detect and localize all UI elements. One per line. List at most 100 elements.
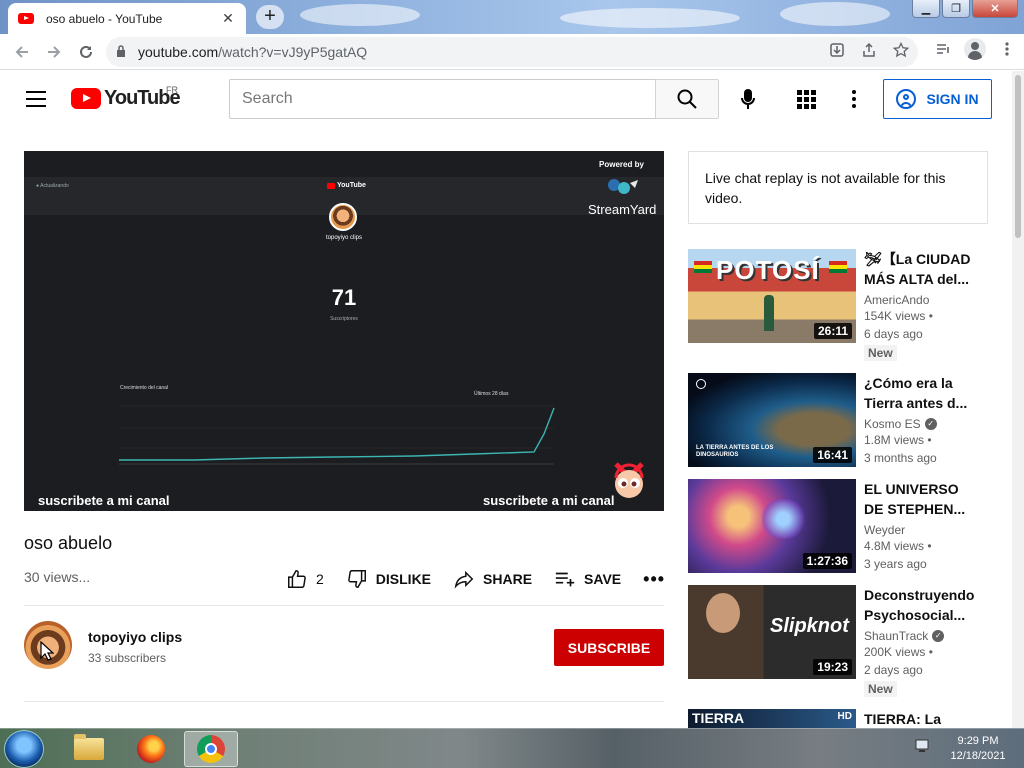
player-channel-name: topoyiyo clips bbox=[325, 235, 363, 241]
video-title[interactable]: Deconstruyendo Psychosocial... bbox=[864, 585, 974, 625]
caption-right: suscribete a mi canal bbox=[483, 493, 615, 508]
thumbnail-text: LA TIERRA ANTES DE LOS DINOSAURIOS bbox=[696, 445, 774, 458]
video-views: 1.8M views • bbox=[864, 433, 932, 447]
profile-avatar-icon[interactable] bbox=[964, 38, 986, 60]
close-window-button[interactable]: ✕ bbox=[972, 0, 1018, 18]
start-button[interactable] bbox=[4, 730, 44, 768]
search-input[interactable] bbox=[242, 90, 656, 108]
channel-name[interactable]: topoyiyo clips bbox=[88, 629, 182, 645]
player-subscriber-label: Suscriptores bbox=[330, 316, 358, 322]
sky-cloud bbox=[780, 2, 890, 26]
video-channel[interactable]: ShaunTrack ✓ bbox=[864, 629, 974, 643]
video-actions: 2 DISLIKE SHARE SAVE ••• bbox=[286, 567, 665, 591]
video-duration: 1:27:36 bbox=[802, 553, 852, 569]
share-button[interactable]: SHARE bbox=[453, 568, 532, 590]
bookmark-star-icon[interactable] bbox=[892, 41, 910, 59]
taskbar-firefox[interactable] bbox=[124, 731, 178, 767]
like-button[interactable]: 2 bbox=[286, 568, 324, 590]
video-thumbnail[interactable]: Slipknot 19:23 bbox=[688, 585, 856, 679]
player-growth-chart bbox=[119, 405, 555, 465]
country-code: FR bbox=[166, 85, 178, 95]
new-badge: New bbox=[864, 681, 897, 697]
person-figure bbox=[764, 295, 774, 331]
search-button[interactable] bbox=[655, 79, 719, 119]
install-app-icon[interactable] bbox=[828, 41, 846, 59]
scrollbar-thumb[interactable] bbox=[1015, 75, 1021, 238]
recommended-video[interactable]: LA TIERRA ANTES DE LOS DINOSAURIOS 16:41… bbox=[688, 373, 978, 473]
dislike-button[interactable]: DISLIKE bbox=[346, 568, 431, 590]
recommended-video[interactable]: POTOSÍ 26:11 🛩【La CIUDAD MÁS ALTA del...… bbox=[688, 249, 978, 361]
browser-menu-icon[interactable] bbox=[998, 40, 1016, 58]
channel-name: ShaunTrack bbox=[864, 629, 929, 643]
video-info: 🛩【La CIUDAD MÁS ALTA del... AmericAndo 1… bbox=[864, 249, 974, 362]
thumbs-up-icon bbox=[288, 570, 306, 588]
hamburger-menu-icon[interactable] bbox=[26, 91, 46, 112]
subscribe-button[interactable]: SUBSCRIBE bbox=[554, 629, 664, 666]
thumbs-down-icon bbox=[347, 570, 366, 588]
video-views: 200K views • bbox=[864, 645, 933, 659]
voice-search-button[interactable] bbox=[728, 79, 768, 119]
page-scrollbar[interactable] bbox=[1012, 71, 1024, 728]
media-queue-icon[interactable] bbox=[934, 40, 952, 58]
video-title[interactable]: EL UNIVERSO DE STEPHEN... bbox=[864, 479, 974, 519]
settings-more-icon[interactable] bbox=[846, 87, 862, 111]
toolbar-right bbox=[934, 38, 1016, 60]
video-views: 4.8M views • bbox=[864, 539, 932, 553]
powered-by-label: Powered by bbox=[599, 160, 644, 169]
video-title[interactable]: TIERRA: La bbox=[864, 709, 974, 728]
taskbar-chrome[interactable] bbox=[184, 731, 238, 767]
thumbnail-text: TIERRA bbox=[692, 710, 745, 726]
system-clock[interactable]: 9:29 PM 12/18/2021 bbox=[938, 734, 1018, 764]
window-controls: ▁ ❐ ✕ bbox=[912, 0, 1018, 18]
share-arrow-icon bbox=[454, 570, 474, 589]
video-thumbnail[interactable]: LA TIERRA ANTES DE LOS DINOSAURIOS 16:41 bbox=[688, 373, 856, 467]
video-channel[interactable]: AmericAndo bbox=[864, 293, 974, 307]
apps-grid-icon[interactable] bbox=[794, 87, 818, 111]
video-channel[interactable]: Kosmo ES ✓ bbox=[864, 417, 974, 431]
video-thumbnail[interactable]: TIERRA HD bbox=[688, 709, 856, 728]
address-bar[interactable]: youtube.com/watch?v=vJ9yP5gatAQ bbox=[106, 37, 918, 67]
search-icon bbox=[677, 89, 697, 109]
like-count: 2 bbox=[316, 571, 324, 587]
clock-time: 9:29 PM bbox=[957, 735, 999, 747]
recommended-video[interactable]: TIERRA HD TIERRA: La bbox=[688, 709, 978, 728]
minimize-button[interactable]: ▁ bbox=[912, 0, 940, 18]
video-title[interactable]: ¿Cómo era la Tierra antes d... bbox=[864, 373, 974, 413]
verified-check-icon: ✓ bbox=[924, 418, 937, 430]
video-age: 2 days ago bbox=[864, 663, 923, 677]
reload-icon[interactable] bbox=[70, 36, 102, 68]
forward-icon[interactable] bbox=[38, 36, 70, 68]
youtube-header: YouTube FR SIGN IN bbox=[0, 71, 1024, 127]
taskbar-explorer[interactable] bbox=[62, 731, 116, 767]
video-info: TIERRA: La bbox=[864, 709, 974, 728]
save-button[interactable]: SAVE bbox=[554, 568, 621, 590]
browser-tab-active[interactable]: oso abuelo - YouTube ✕ bbox=[8, 3, 246, 34]
sign-in-button[interactable]: SIGN IN bbox=[883, 79, 992, 119]
video-views: 154K views • bbox=[864, 309, 933, 323]
video-age: 6 days ago bbox=[864, 327, 923, 341]
back-icon[interactable] bbox=[6, 36, 38, 68]
tab-close-icon[interactable]: ✕ bbox=[220, 10, 236, 27]
bolivia-flag-icon bbox=[694, 261, 712, 273]
sign-in-label: SIGN IN bbox=[926, 91, 979, 107]
video-thumbnail[interactable]: 1:27:36 bbox=[688, 479, 856, 573]
youtube-logo[interactable]: YouTube FR bbox=[71, 85, 181, 110]
new-tab-button[interactable]: + bbox=[256, 5, 284, 29]
video-title[interactable]: 🛩【La CIUDAD MÁS ALTA del... bbox=[864, 249, 974, 289]
more-actions-icon[interactable]: ••• bbox=[643, 569, 665, 590]
video-player[interactable]: ● Actualizando YouTube topoyiyo clips 71… bbox=[24, 151, 664, 511]
video-channel[interactable]: Weyder bbox=[864, 523, 974, 537]
share-page-icon[interactable] bbox=[860, 41, 878, 59]
network-tray-icon[interactable] bbox=[914, 737, 932, 755]
url-text: youtube.com/watch?v=vJ9yP5gatAQ bbox=[138, 44, 367, 60]
sky-cloud bbox=[560, 8, 740, 28]
search-box bbox=[229, 79, 656, 119]
streamyard-wordmark: StreamYard bbox=[588, 202, 657, 217]
video-thumbnail[interactable]: POTOSÍ 26:11 bbox=[688, 249, 856, 343]
view-count[interactable]: 30 views... bbox=[24, 569, 90, 585]
restore-button[interactable]: ❐ bbox=[942, 0, 970, 18]
recommended-video[interactable]: 1:27:36 EL UNIVERSO DE STEPHEN... Weyder… bbox=[688, 479, 978, 579]
hd-badge: HD bbox=[837, 711, 852, 722]
recommended-video[interactable]: Slipknot 19:23 Deconstruyendo Psychosoci… bbox=[688, 585, 978, 697]
divider bbox=[24, 701, 664, 702]
